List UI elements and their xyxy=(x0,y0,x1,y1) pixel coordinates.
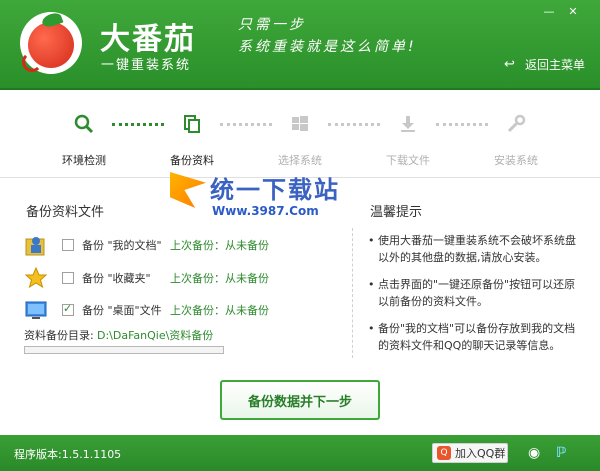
backup-row-desktop[interactable]: 备份 "桌面"文件 上次备份：从未备份 xyxy=(24,298,344,322)
backup-dir-path[interactable]: D:\DaFanQie\资料备份 xyxy=(97,327,213,343)
step-label-download: 下载文件 xyxy=(386,154,430,167)
step-label-backup: 备份资料 xyxy=(170,154,214,167)
tip-item: 点击界面的"一键还原备份"按钮可以还原以前备份的资料文件。 xyxy=(368,276,586,310)
weibo-icon[interactable]: ◉ xyxy=(528,445,546,461)
backup-favorites-checkbox[interactable] xyxy=(62,272,74,284)
app-footer: 程序版本:1.5.1.1105 Q 加入QQ群 ◉ ℙ xyxy=(0,435,600,471)
watermark-title: 统一下载站 xyxy=(210,176,340,204)
tip-item: 使用大番茄一键重装系统不会破坏系统盘以外的其他盘的数据,请放心安装。 xyxy=(368,232,586,266)
copy-icon xyxy=(180,112,204,136)
close-button[interactable]: ✕ xyxy=(566,6,580,18)
step-connector xyxy=(328,123,380,126)
download-icon xyxy=(396,112,420,136)
slogan-line-1: 只需一步 xyxy=(238,17,306,33)
backup-desktop-checkbox[interactable] xyxy=(62,302,74,316)
tip-item: 备份"我的文档"可以备份存放到我的文档的资料文件和QQ的聊天记录等信息。 xyxy=(368,320,586,354)
backup-favorites-status: 上次备份：从未备份 xyxy=(170,272,269,285)
section-divider xyxy=(352,228,353,358)
step-label-select-system: 选择系统 xyxy=(278,154,322,167)
backup-favorites-label: 备份 "收藏夹" xyxy=(82,272,151,285)
join-qq-group-label: 加入QQ群 xyxy=(455,447,506,460)
step-connector xyxy=(112,123,164,126)
backup-row-favorites[interactable]: 备份 "收藏夹" 上次备份：从未备份 xyxy=(24,266,344,290)
app-header: 大番茄 一键重装系统 只需一步 系统重装就是这么简单! — ✕ ↩ 返回主菜单 xyxy=(0,0,600,90)
back-home-button[interactable]: ↩ 返回主菜单 xyxy=(504,56,585,73)
windows-icon xyxy=(288,112,312,136)
backup-next-button[interactable]: 备份数据并下一步 xyxy=(220,380,380,420)
join-qq-group-button[interactable]: Q 加入QQ群 xyxy=(432,443,508,463)
step-connector xyxy=(220,123,272,126)
tips-title: 温馨提示 xyxy=(370,205,423,220)
back-arrow-icon: ↩ xyxy=(504,56,515,72)
backup-progress-bar xyxy=(24,346,224,354)
watermark-url: Www.3987.Com xyxy=(212,204,319,218)
backup-desktop-label: 备份 "桌面"文件 xyxy=(82,304,162,317)
backup-dir-label: 资料备份目录: xyxy=(24,329,94,342)
user-folder-icon xyxy=(24,233,48,257)
step-label-env-check: 环境检测 xyxy=(62,154,106,167)
step-connector xyxy=(436,123,488,126)
backup-documents-status: 上次备份：从未备份 xyxy=(170,239,269,252)
app-subtitle: 一键重装系统 xyxy=(101,58,192,73)
arrow-swirl-icon xyxy=(22,52,42,72)
qq-icon: Q xyxy=(437,446,451,460)
minimize-button[interactable]: — xyxy=(542,6,556,18)
backup-documents-label: 备份 "我的文档" xyxy=(82,239,162,252)
back-home-label: 返回主菜单 xyxy=(525,58,586,72)
desktop-icon xyxy=(24,298,48,322)
search-icon xyxy=(72,112,96,136)
star-icon xyxy=(24,266,48,290)
app-title: 大番茄 xyxy=(100,22,196,57)
version-label: 程序版本:1.5.1.1105 xyxy=(14,448,122,461)
backup-section-title: 备份资料文件 xyxy=(26,205,105,220)
wrench-icon xyxy=(504,112,528,136)
slogan-line-2: 系统重装就是这么简单! xyxy=(238,39,417,55)
backup-desktop-status: 上次备份：从未备份 xyxy=(170,304,269,317)
step-progress: 环境检测 备份资料 选择系统 下载文件 安装系统 xyxy=(0,92,600,178)
share-icon[interactable]: ℙ xyxy=(556,445,574,461)
backup-documents-checkbox[interactable] xyxy=(62,239,74,251)
step-label-install: 安装系统 xyxy=(494,154,538,167)
backup-row-documents[interactable]: 备份 "我的文档" 上次备份：从未备份 xyxy=(24,233,344,257)
